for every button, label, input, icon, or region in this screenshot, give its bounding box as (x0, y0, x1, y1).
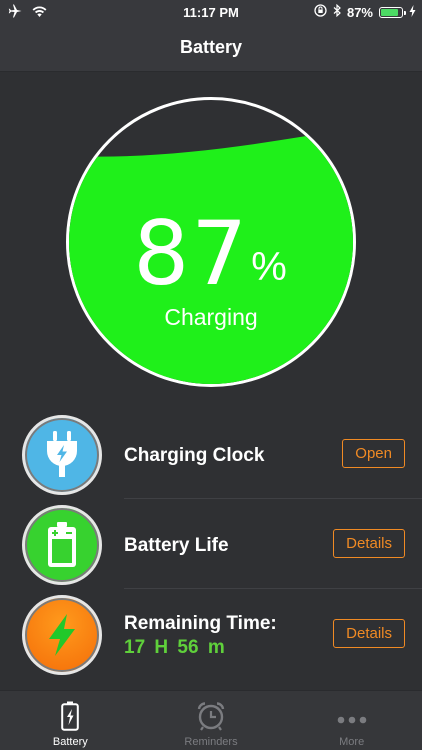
page-title: Battery (179, 37, 243, 57)
tab-more[interactable]: More (281, 691, 422, 750)
battery-gauge: 87% Charging (66, 97, 356, 387)
remaining-time-details-button[interactable]: Details (333, 619, 405, 648)
battery-percentage: 87% (69, 202, 353, 305)
tab-battery[interactable]: Battery (0, 691, 141, 750)
tab-reminders[interactable]: Reminders (141, 691, 282, 750)
orientation-lock-icon (314, 4, 327, 20)
status-battery-percent: 87% (346, 4, 373, 20)
battery-life-details-button[interactable]: Details (333, 529, 405, 558)
tab-battery-label: Battery (52, 736, 88, 748)
list-item-charging-clock: Charging Clock Open (0, 409, 422, 499)
tab-reminders-label: Reminders (184, 736, 238, 748)
plug-icon (22, 415, 102, 495)
charging-status: Charging (164, 304, 258, 330)
status-bar: 11:17 PM 87% (0, 0, 422, 24)
list-item-battery-life: Battery Life Details (0, 499, 422, 589)
remaining-time-label: Remaining Time: (124, 613, 277, 634)
feature-list: Charging Clock Open Battery Life Details… (0, 409, 422, 679)
remaining-time-value: 17 H 56 m (124, 637, 225, 658)
status-battery-icon (379, 6, 406, 18)
charging-bolt-icon (409, 4, 416, 20)
more-dots-icon (337, 711, 367, 729)
charging-clock-label: Charging Clock (124, 445, 265, 466)
percentage-value: 87 (133, 202, 250, 305)
battery-tab-icon (61, 701, 80, 736)
open-charging-clock-button[interactable]: Open (342, 439, 405, 468)
percentage-unit: % (251, 245, 289, 289)
battery-icon (22, 505, 102, 585)
lightning-icon (22, 595, 102, 675)
list-item-remaining-time: Remaining Time: 17 H 56 m Details (0, 589, 422, 679)
bluetooth-icon (333, 3, 341, 20)
tab-more-label: More (339, 736, 365, 748)
tab-bar: Battery Reminders More (0, 690, 422, 750)
battery-life-label: Battery Life (124, 535, 229, 556)
nav-bar: Battery (0, 24, 422, 72)
alarm-clock-icon (196, 701, 226, 736)
